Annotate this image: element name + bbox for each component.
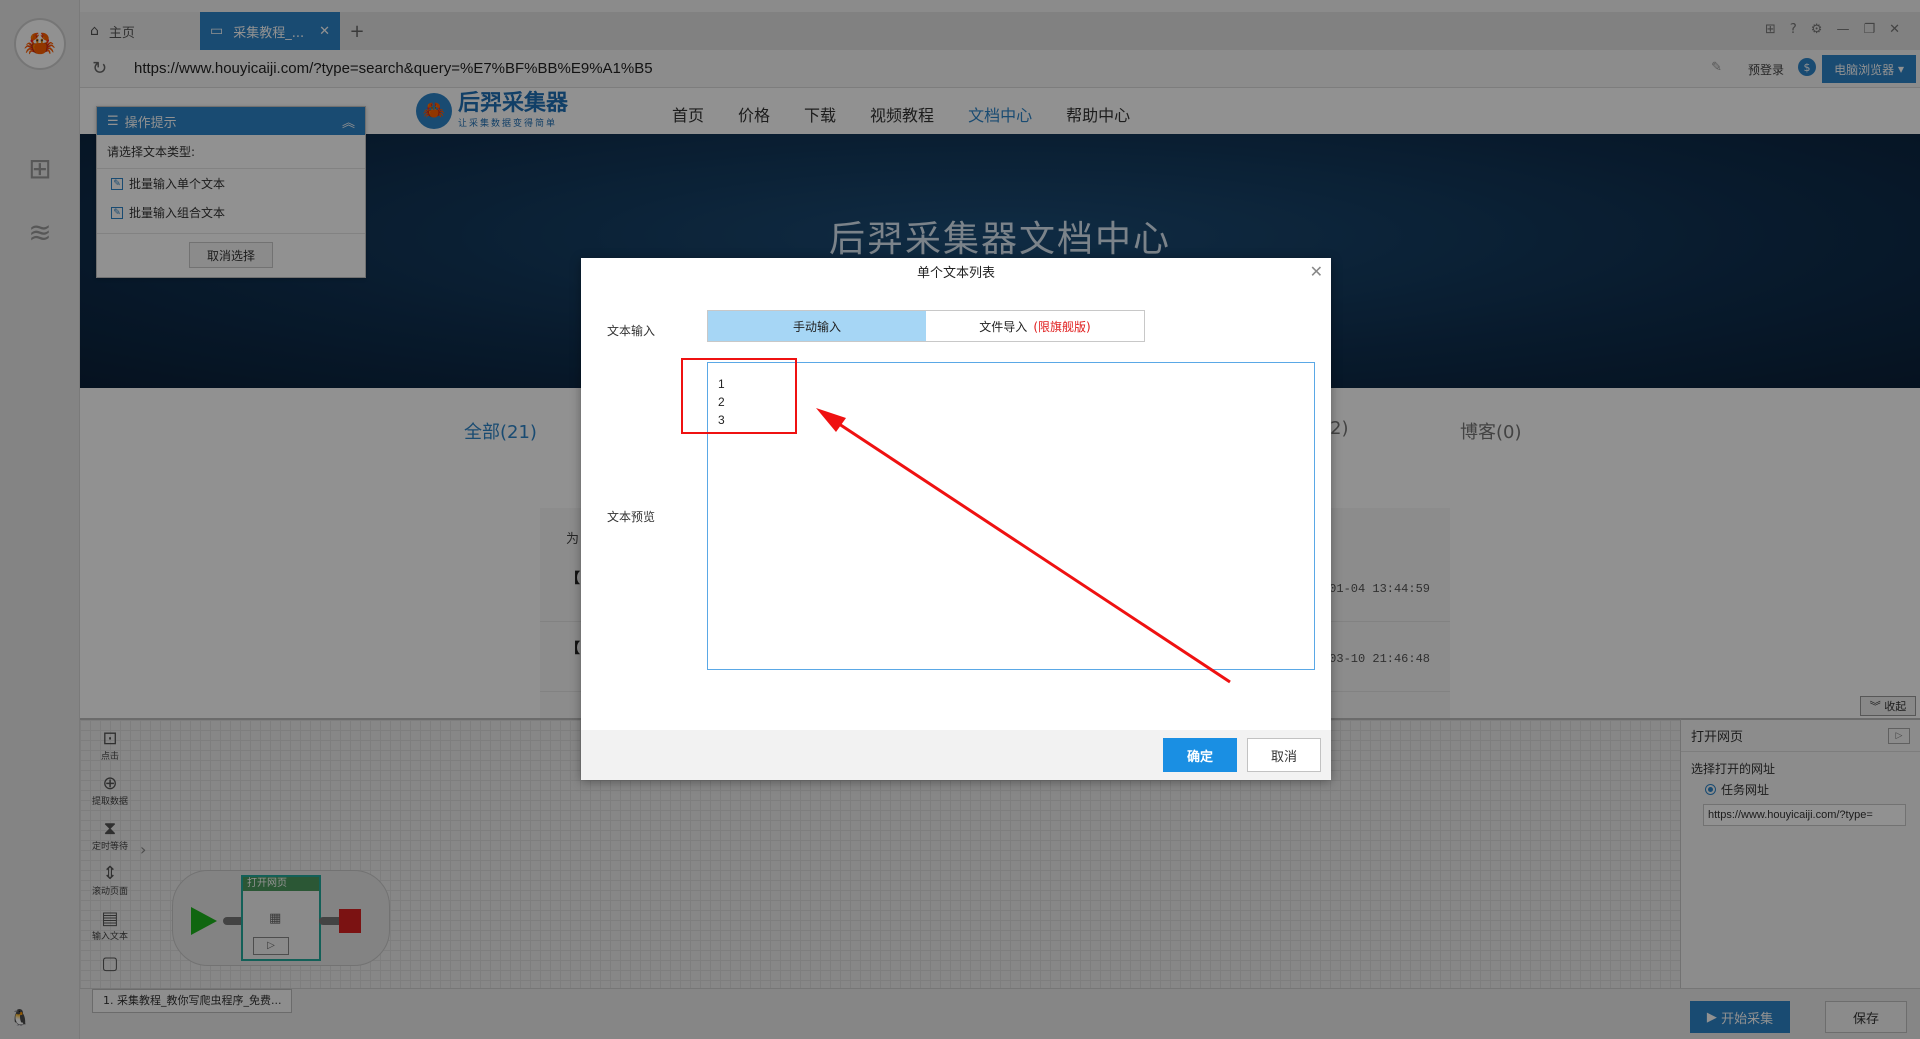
cancel-button[interactable]: 取消 [1247, 738, 1321, 772]
text-line: 1 [718, 377, 725, 391]
confirm-button[interactable]: 确定 [1163, 738, 1237, 772]
text-input-area[interactable]: 1 2 3 [707, 362, 1315, 670]
annotation-highlight-box [681, 358, 797, 434]
text-line: 3 [718, 413, 725, 427]
text-line: 2 [718, 395, 725, 409]
dialog-footer: 确定 取消 [581, 730, 1331, 780]
text-preview-label: 文本预览 [607, 510, 656, 524]
dialog-title: 单个文本列表 [916, 266, 995, 281]
tab-file-import[interactable]: 文件导入 (限旗舰版) [926, 311, 1144, 341]
input-mode-tabs: 手动输入 文件导入 (限旗舰版) [707, 310, 1145, 342]
flagship-note: (限旗舰版) [1033, 319, 1091, 334]
file-import-label: 文件导入 [979, 319, 1028, 334]
close-icon[interactable]: ✕ [1310, 262, 1323, 281]
single-text-list-dialog: 单个文本列表 ✕ 文本输入 手动输入 文件导入 (限旗舰版) 文本预览 1 2 … [581, 258, 1331, 780]
text-input-label: 文本输入 [607, 324, 656, 338]
tab-manual-input[interactable]: 手动输入 [708, 311, 926, 341]
